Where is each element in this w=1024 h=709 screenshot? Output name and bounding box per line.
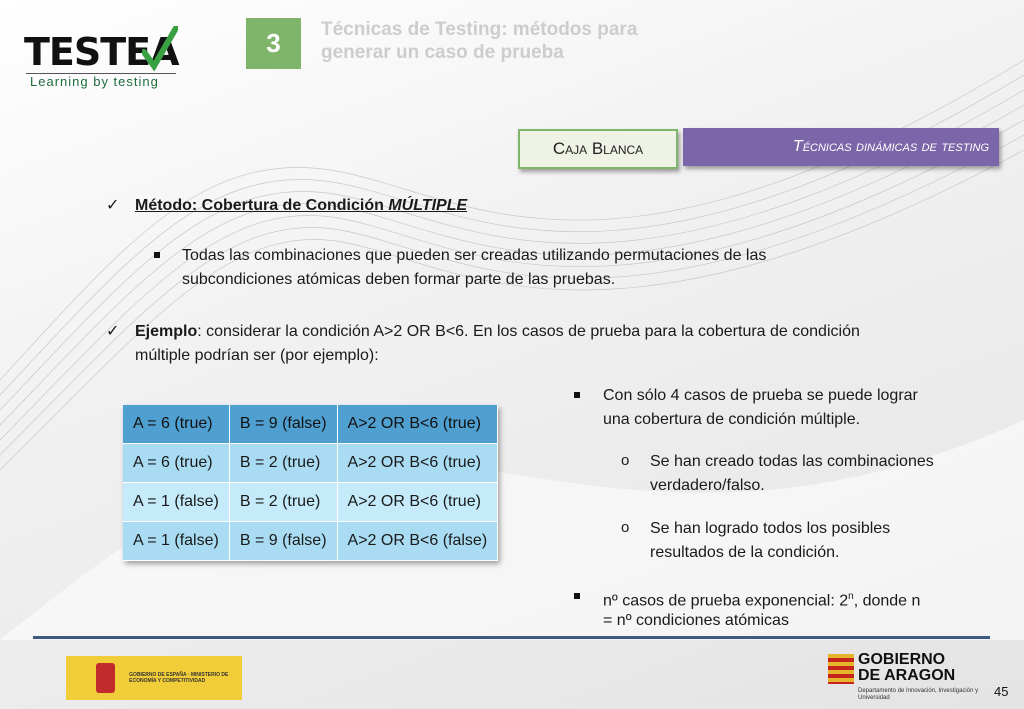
table-cell: A>2 OR B<6 (true)	[337, 443, 499, 483]
right-b2-text-b: , donde n	[853, 592, 921, 610]
square-bullet-icon	[154, 252, 160, 258]
tag-caja-blanca: Caja Blanca	[518, 129, 678, 169]
table-cell: B = 9 (false)	[229, 521, 338, 561]
table-row: A = 6 (true) B = 2 (true) A>2 OR B<6 (tr…	[123, 443, 499, 483]
right-b2-text-a: nº casos de prueba exponencial: 2	[603, 592, 849, 610]
page-number: 45	[994, 684, 1009, 699]
table-cell: A>2 OR B<6 (true)	[337, 405, 499, 444]
aragon-dept: Departamento de Innovación, Investigació…	[858, 688, 979, 701]
table-cell: A = 6 (true)	[123, 443, 230, 483]
tag-tecnicas-dinamicas: Técnicas dinámicas de testing	[683, 128, 999, 166]
table-cell: B = 9 (false)	[229, 405, 338, 444]
table-cell: B = 2 (true)	[229, 443, 338, 483]
right-o1-line-1: Se han creado todas las combinaciones	[650, 453, 934, 470]
test-cases-table: A = 6 (true) B = 9 (false) A>2 OR B<6 (t…	[123, 405, 499, 561]
section-number-badge: 3	[246, 18, 301, 69]
right-o2-line-1: Se han logrado todos los posibles	[650, 520, 891, 537]
aragon-line-2: DE ARAGON	[858, 667, 956, 684]
table-cell: A = 6 (true)	[123, 405, 230, 444]
coat-of-arms-icon	[96, 663, 116, 693]
sub1-line-2: subcondiciones atómicas deben formar par…	[182, 271, 616, 288]
aragon-flag-icon	[828, 654, 854, 684]
ejemplo-text: : considerar la condición A>2 OR B<6. En…	[197, 323, 860, 340]
ejemplo-line-2: múltiple podrían ser (por ejemplo):	[135, 347, 379, 364]
table-cell: B = 2 (true)	[229, 482, 338, 522]
right-b1-line-2: una cobertura de condición múltiple.	[603, 411, 861, 428]
right-o1-line-2: verdadero/falso.	[650, 477, 765, 494]
sub1-line-1: Todas las combinaciones que pueden ser c…	[182, 247, 767, 264]
metodo-emphasis: MÚLTIPLE	[388, 197, 468, 214]
checkmark-icon	[142, 26, 178, 72]
right-o2-line-2: resultados de la condición.	[650, 544, 840, 561]
gov-es-text: GOBIERNO DE ESPAÑA · MINISTERIO DE ECONO…	[129, 672, 229, 684]
gobierno-espana-logo: GOBIERNO DE ESPAÑA · MINISTERIO DE ECONO…	[66, 656, 242, 700]
testea-logo: TESTEA Learning by testing	[24, 26, 184, 92]
right-b1-line-1: Con sólo 4 casos de prueba se puede logr…	[603, 387, 918, 404]
gobierno-aragon-logo: GOBIERNO DE ARAGON Departamento de Innov…	[828, 652, 998, 704]
metodo-label: Método: Cobertura de Condición	[135, 197, 389, 214]
table-row: A = 1 (false) B = 9 (false) A>2 OR B<6 (…	[123, 521, 499, 561]
circle-bullet-icon: o	[621, 519, 630, 536]
check-icon: ✓	[106, 323, 120, 340]
footer-divider	[33, 636, 990, 639]
metodo-heading: Método: Cobertura de Condición MÚLTIPLE	[135, 194, 467, 218]
title-line-2: generar un caso de prueba	[321, 42, 564, 63]
slide-title: Técnicas de Testing: métodos para genera…	[321, 18, 761, 64]
square-bullet-icon	[574, 593, 580, 599]
circle-bullet-icon: o	[621, 452, 630, 469]
check-icon: ✓	[106, 197, 120, 214]
aragon-title: GOBIERNO DE ARAGON	[858, 652, 955, 684]
table-row: A = 1 (false) B = 2 (true) A>2 OR B<6 (t…	[123, 482, 499, 522]
table-cell: A = 1 (false)	[123, 482, 230, 522]
right-b2-line-2: = nº condiciones atómicas	[603, 612, 789, 629]
square-bullet-icon	[574, 392, 580, 398]
table-cell: A>2 OR B<6 (true)	[337, 482, 499, 522]
ejemplo-line-1: Ejemplo: considerar la condición A>2 OR …	[135, 320, 860, 344]
logo-tagline: Learning by testing	[30, 74, 159, 89]
ejemplo-label: Ejemplo	[135, 323, 198, 340]
table-cell: A>2 OR B<6 (false)	[337, 521, 499, 561]
table-row: A = 6 (true) B = 9 (false) A>2 OR B<6 (t…	[123, 405, 499, 444]
title-line-1: Técnicas de Testing: métodos para	[321, 19, 638, 40]
aragon-line-1: GOBIERNO	[858, 651, 946, 668]
table-cell: A = 1 (false)	[123, 521, 230, 561]
